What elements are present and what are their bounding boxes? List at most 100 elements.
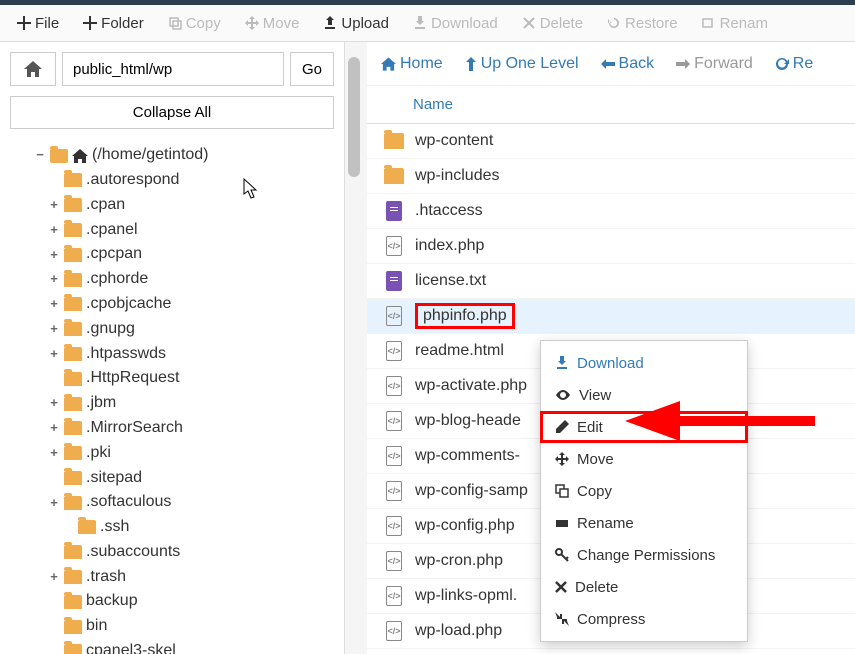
go-button[interactable]: Go — [290, 52, 334, 86]
rename-button[interactable]: Renam — [690, 9, 780, 38]
folder-icon — [64, 223, 82, 237]
delete-button[interactable]: Delete — [510, 9, 595, 38]
nav-forward[interactable]: Forward — [676, 55, 753, 73]
tree-item[interactable]: .subaccounts — [48, 540, 334, 565]
tree-item[interactable]: .sitepad — [48, 466, 334, 491]
file-row[interactable]: </>phpinfo.php — [367, 299, 855, 334]
move-label: Move — [263, 15, 300, 32]
tree-item-label: .MirrorSearch — [86, 416, 183, 441]
tree-item[interactable]: +.cpcpan — [48, 242, 334, 267]
rename-icon — [555, 516, 569, 530]
file-name: wp-cron.php — [415, 552, 503, 570]
column-header-name[interactable]: Name — [367, 86, 855, 124]
file-name: index.php — [415, 237, 484, 255]
ctx-edit[interactable]: Edit — [540, 411, 748, 443]
pencil-icon — [555, 420, 569, 434]
collapse-all-button[interactable]: Collapse All — [10, 96, 334, 129]
tree-item[interactable]: +.softaculous — [48, 490, 334, 515]
scrollbar-thumb[interactable] — [348, 57, 360, 177]
tree-item-label: .cphorde — [86, 267, 148, 292]
ctx-permissions[interactable]: Change Permissions — [541, 539, 747, 571]
folder-icon — [64, 198, 82, 212]
move-button[interactable]: Move — [233, 9, 312, 38]
tree-item[interactable]: backup — [48, 589, 334, 614]
download-icon — [555, 356, 569, 370]
folder-icon — [64, 570, 82, 584]
ctx-rename[interactable]: Rename — [541, 507, 747, 539]
file-row[interactable]: wp-includes — [367, 159, 855, 194]
file-name: .htaccess — [415, 202, 483, 220]
tree-item[interactable]: +.pki — [48, 441, 334, 466]
file-name: readme.html — [415, 342, 504, 360]
copy-label: Copy — [186, 15, 221, 32]
ctx-move[interactable]: Move — [541, 443, 747, 475]
tree-item[interactable]: +.MirrorSearch — [48, 416, 334, 441]
tree-item[interactable]: +.cpobjcache — [48, 292, 334, 317]
ctx-view[interactable]: View — [541, 379, 747, 411]
file-row[interactable]: license.txt — [367, 264, 855, 299]
upload-label: Upload — [341, 15, 389, 32]
ctx-copy[interactable]: Copy — [541, 475, 747, 507]
delete-label: Delete — [540, 15, 583, 32]
download-button[interactable]: Download — [401, 9, 510, 38]
breadcrumb-nav: Home Up One Level Back Forward Re — [367, 42, 855, 86]
tree-item-label: .pki — [86, 441, 111, 466]
tree-item[interactable]: bin — [48, 614, 334, 639]
file-row[interactable]: </>index.php — [367, 229, 855, 264]
tree-item[interactable]: +.trash — [48, 565, 334, 590]
ctx-download[interactable]: Download — [541, 347, 747, 379]
file-row[interactable]: wp-content — [367, 124, 855, 159]
nav-up[interactable]: Up One Level — [465, 55, 579, 73]
copy-icon — [168, 16, 182, 30]
upload-icon — [323, 16, 337, 30]
ctx-delete[interactable]: Delete — [541, 571, 747, 603]
nav-back[interactable]: Back — [601, 55, 655, 73]
folder-icon — [64, 248, 82, 262]
tree-item[interactable]: +.cpanel — [48, 218, 334, 243]
path-input[interactable] — [62, 52, 284, 86]
file-name: wp-comments- — [415, 447, 520, 465]
rename-label: Renam — [720, 15, 768, 32]
tree-item[interactable]: +.jbm — [48, 391, 334, 416]
ctx-compress[interactable]: Compress — [541, 603, 747, 635]
tree-item-label: .trash — [86, 565, 126, 590]
key-icon — [555, 548, 569, 562]
file-name: wp-links-opml. — [415, 587, 517, 605]
file-name: wp-blog-heade — [415, 412, 521, 430]
scrollbar[interactable] — [345, 42, 367, 654]
tree-item-label: .softaculous — [86, 490, 171, 515]
tree-item[interactable]: .autorespond — [48, 168, 334, 193]
nav-home[interactable]: Home — [381, 55, 443, 73]
code-file-icon: </> — [386, 586, 402, 606]
folder-icon — [64, 446, 82, 460]
folder-icon — [64, 347, 82, 361]
tree-item[interactable]: cpanel3-skel — [48, 639, 334, 654]
home-button[interactable] — [10, 52, 56, 86]
delete-icon — [555, 581, 567, 593]
tree-item-label: .jbm — [86, 391, 116, 416]
tree-item[interactable]: +.gnupg — [48, 317, 334, 342]
upload-button[interactable]: Upload — [311, 9, 401, 38]
file-row[interactable]: .htaccess — [367, 194, 855, 229]
tree-item-label: backup — [86, 589, 138, 614]
tree-item[interactable]: +.cpan — [48, 193, 334, 218]
tree-item[interactable]: +.cphorde — [48, 267, 334, 292]
code-file-icon: </> — [386, 516, 402, 536]
folder-icon — [64, 397, 82, 411]
tree-item[interactable]: .ssh — [62, 515, 334, 540]
file-button[interactable]: File — [5, 9, 71, 38]
tree-item-label: cpanel3-skel — [86, 639, 176, 654]
tree-item[interactable]: +.htpasswds — [48, 342, 334, 367]
tree-item-label: .cpcpan — [86, 242, 142, 267]
folder-icon — [64, 471, 82, 485]
path-bar: Go — [0, 42, 344, 96]
folder-button[interactable]: Folder — [71, 9, 156, 38]
folder-icon — [64, 372, 82, 386]
tree-item[interactable]: .HttpRequest — [48, 366, 334, 391]
tree-root[interactable]: −(/home/getintod) — [34, 143, 334, 168]
file-label: File — [35, 15, 59, 32]
restore-button[interactable]: Restore — [595, 9, 690, 38]
copy-button[interactable]: Copy — [156, 9, 233, 38]
folder-icon — [64, 545, 82, 559]
nav-reload[interactable]: Re — [775, 55, 813, 73]
